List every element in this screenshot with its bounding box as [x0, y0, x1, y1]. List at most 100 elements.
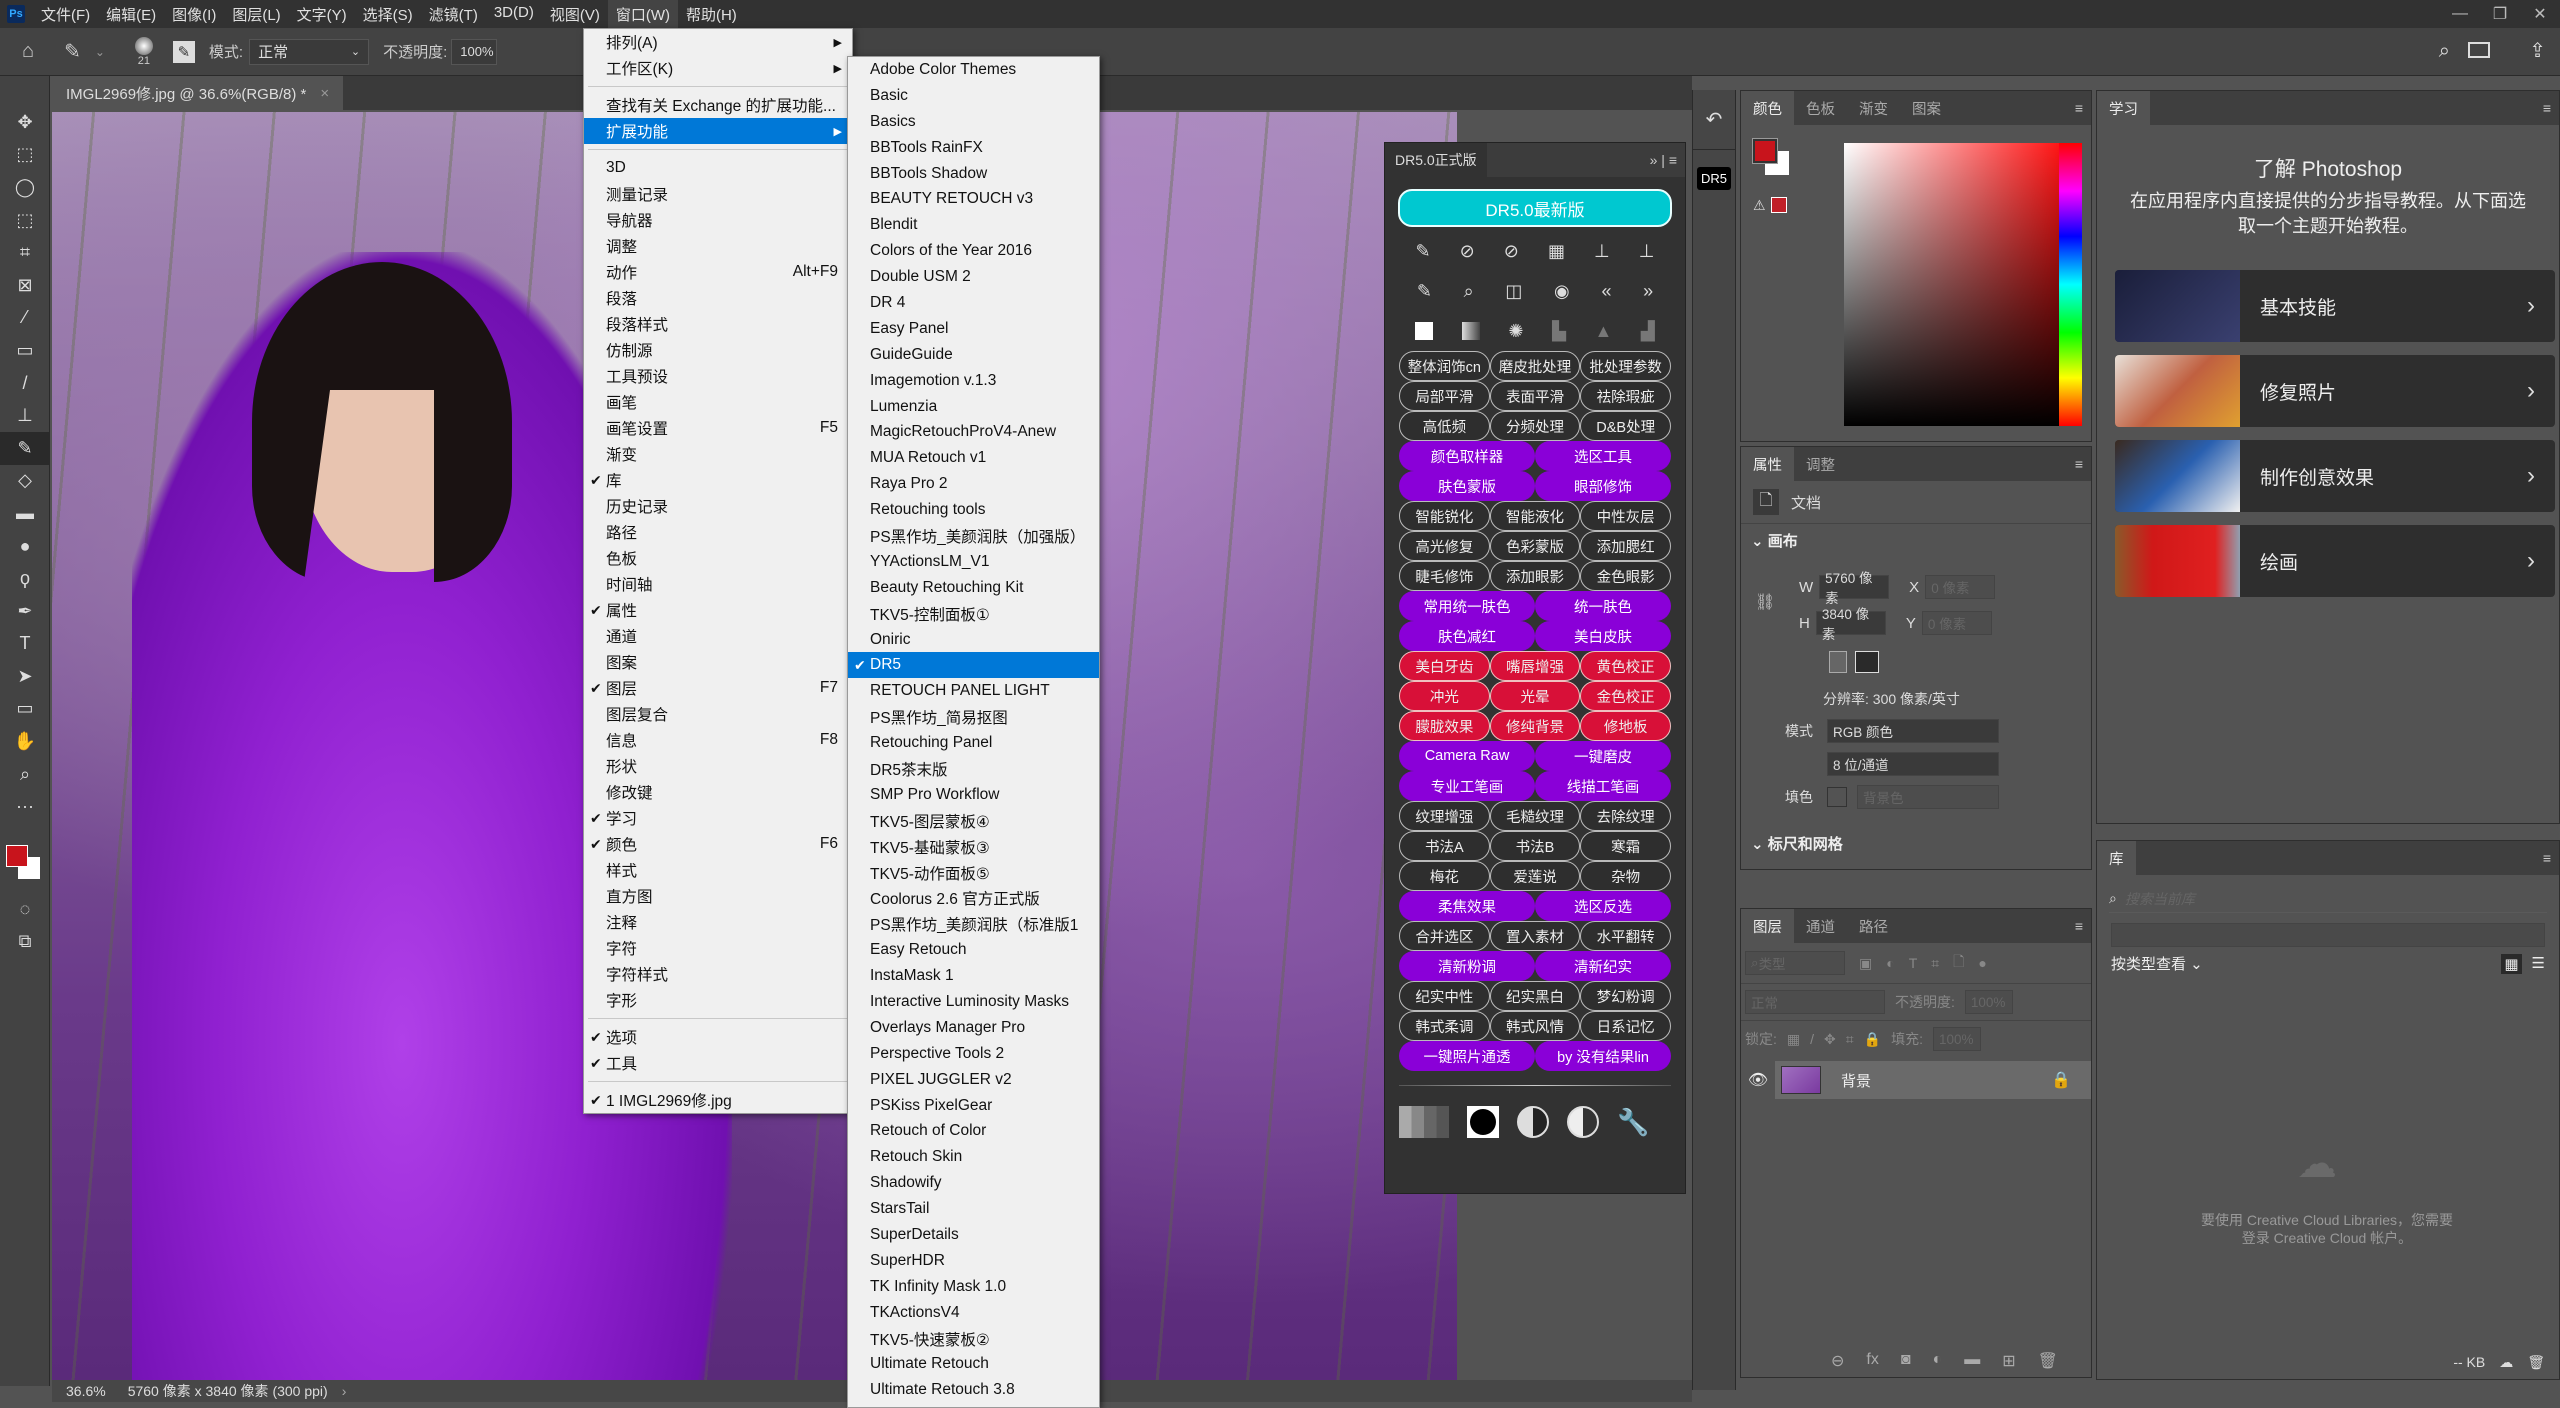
- dr5-action-button[interactable]: 中性灰层: [1580, 501, 1672, 531]
- eyedropper-tool-icon[interactable]: ⁄: [0, 302, 50, 335]
- menu-item[interactable]: Perspective Tools 2: [848, 1041, 1099, 1067]
- dr5-action-button[interactable]: 修地板: [1580, 711, 1672, 741]
- menu-item[interactable]: SMP Pro Workflow: [848, 782, 1099, 808]
- black-circle-icon[interactable]: [1467, 1106, 1499, 1138]
- menu-item[interactable]: Basics: [848, 109, 1099, 135]
- dr5-action-button[interactable]: D&B处理: [1580, 411, 1672, 441]
- dr5-action-button[interactable]: 柔焦效果: [1399, 891, 1535, 921]
- menu-item[interactable]: ✔ 1 IMGL2969修.jpg: [584, 1087, 852, 1113]
- menu-item[interactable]: TKV5-快速蒙板②: [848, 1326, 1099, 1352]
- menu-4[interactable]: 文字(Y): [289, 0, 355, 29]
- dr5-action-button[interactable]: 线描工笔画: [1535, 771, 1671, 801]
- crop-tool-icon[interactable]: ⌗: [0, 236, 50, 269]
- lock-all-icon[interactable]: 🔒: [1864, 1031, 1881, 1048]
- menu-6[interactable]: 滤镜(T): [421, 0, 486, 29]
- menu-item[interactable]: ✔ 库: [584, 467, 852, 493]
- menu-item[interactable]: Coolorus 2.6 官方正式版: [848, 886, 1099, 912]
- panel-menu-icon[interactable]: ≡: [2543, 850, 2551, 866]
- gradient-square-icon[interactable]: [1461, 322, 1480, 340]
- adjustment-filter-icon[interactable]: ◐: [1886, 955, 1894, 971]
- learn-card-basic-skills[interactable]: 基本技能 ›: [2115, 270, 2555, 342]
- magnifier-icon[interactable]: ⌕: [1464, 281, 1474, 302]
- tab-0[interactable]: 颜色: [1741, 91, 1794, 125]
- landscape-orientation-icon[interactable]: [1855, 651, 1879, 673]
- gray-scale-icon[interactable]: [1399, 1106, 1449, 1138]
- shape-filter-icon[interactable]: ⌗: [1931, 955, 1939, 972]
- histogram-shadows-icon[interactable]: ▙: [1552, 321, 1566, 342]
- menu-item[interactable]: 图案: [584, 649, 852, 675]
- menu-item[interactable]: ✔ 工具: [584, 1050, 852, 1076]
- dr5-action-button[interactable]: 专业工笔画: [1399, 771, 1535, 801]
- link-layers-icon[interactable]: ⊖: [1831, 1351, 1844, 1371]
- share-icon[interactable]: ⇪: [2529, 38, 2546, 63]
- dr5-action-button[interactable]: 高低频: [1399, 411, 1490, 441]
- menu-item[interactable]: Adobe Color Themes: [848, 57, 1099, 83]
- menu-item[interactable]: 修改键: [584, 779, 852, 805]
- menu-item[interactable]: ✔ DR5: [848, 652, 1099, 679]
- cloud-sync-icon[interactable]: ☁: [2499, 1354, 2513, 1371]
- spot-healing-brush-icon[interactable]: ✎: [64, 39, 81, 64]
- hue-slider[interactable]: [2059, 143, 2082, 426]
- hand-tool-icon[interactable]: ✋: [0, 725, 50, 758]
- menu-item[interactable]: Raya Pro 2: [848, 471, 1099, 497]
- view-by-type-dropdown[interactable]: 按类型查看 ⌄: [2111, 953, 2203, 974]
- dr5-action-button[interactable]: 整体润饰cn: [1399, 351, 1490, 381]
- portrait-orientation-icon[interactable]: [1829, 651, 1847, 673]
- type-tool-icon[interactable]: T: [0, 628, 50, 661]
- dr5-action-button[interactable]: 高光修复: [1399, 531, 1490, 561]
- quick-mask-icon[interactable]: ◌: [0, 893, 50, 926]
- menu-item[interactable]: 直方图: [584, 883, 852, 909]
- menu-item[interactable]: Ultimate Retouch: [848, 1352, 1099, 1378]
- panel-collapse-menu-icon[interactable]: » | ≡: [1650, 152, 1685, 168]
- screen-mode-icon[interactable]: ⧉: [0, 926, 50, 959]
- search-icon[interactable]: ⌕: [2439, 40, 2450, 63]
- menu-item[interactable]: BEAUTY RETOUCH v3: [848, 186, 1099, 212]
- menu-item[interactable]: 历史记录: [584, 493, 852, 519]
- dr5-action-button[interactable]: 爱莲说: [1489, 861, 1581, 891]
- menu-item[interactable]: PIXEL JUGGLER v2: [848, 1067, 1099, 1093]
- restore-icon[interactable]: ❐: [2480, 0, 2520, 28]
- menu-item[interactable]: Oniric: [848, 627, 1099, 653]
- dr5-action-button[interactable]: 黄色校正: [1580, 651, 1672, 681]
- menu-item[interactable]: Easy Retouch: [848, 937, 1099, 963]
- dr5-action-button[interactable]: 肤色蒙版: [1399, 471, 1535, 501]
- status-expand-icon[interactable]: ›: [336, 1383, 353, 1399]
- layer-opacity-input[interactable]: 100%: [1964, 990, 2013, 1014]
- menu-item[interactable]: Basic: [848, 83, 1099, 109]
- dr5-action-button[interactable]: 梦幻粉调: [1580, 981, 1672, 1011]
- width-input[interactable]: 5760 像素: [1819, 571, 1890, 606]
- menu-item[interactable]: TKV5-动作面板⑤: [848, 860, 1099, 886]
- menu-item[interactable]: 导航器: [584, 207, 852, 233]
- brush-swap-icon[interactable]: ✎: [1416, 241, 1431, 262]
- lock-pixels-icon[interactable]: /: [1810, 1031, 1814, 1047]
- history-panel-icon[interactable]: ↶: [1693, 90, 1735, 150]
- marquee-tool-icon[interactable]: ⬚: [0, 139, 50, 172]
- menu-item[interactable]: YYActionsLM_V1: [848, 549, 1099, 575]
- contrast-left-icon[interactable]: [1517, 1106, 1549, 1138]
- menu-item[interactable]: 排列(A) ▶: [584, 29, 852, 55]
- chip-icon[interactable]: ▦: [1548, 241, 1565, 262]
- menu-item[interactable]: 工具预设: [584, 363, 852, 389]
- menu-item[interactable]: BBTools Shadow: [848, 161, 1099, 187]
- dr5-panel-icon[interactable]: DR5: [1693, 150, 1735, 206]
- menu-item[interactable]: 通道: [584, 623, 852, 649]
- splatter-icon[interactable]: ✺: [1508, 321, 1523, 342]
- menu-item[interactable]: TK Infinity Mask 1.0: [848, 1274, 1099, 1300]
- menu-item[interactable]: 动作 Alt+F9: [584, 259, 852, 285]
- menu-item[interactable]: Imagemotion v.1.3: [848, 368, 1099, 394]
- menu-item[interactable]: Lumenzia: [848, 394, 1099, 420]
- stamp-pattern-icon[interactable]: ⊥: [1639, 241, 1655, 262]
- dr5-action-button[interactable]: 书法B: [1489, 831, 1581, 861]
- new-group-icon[interactable]: ▬: [1964, 1351, 1980, 1371]
- menu-item[interactable]: MagicRetouchProV4-Anew: [848, 419, 1099, 445]
- dr5-action-button[interactable]: 表面平滑: [1489, 381, 1581, 411]
- document-tab[interactable]: IMGL2969修.jpg @ 36.6%(RGB/8) * ×: [52, 76, 344, 110]
- menu-item[interactable]: Retouch Skin: [848, 1144, 1099, 1170]
- menu-item[interactable]: PSKiss PixelGear: [848, 1093, 1099, 1119]
- tab-2[interactable]: 路径: [1847, 909, 1900, 943]
- menu-item[interactable]: DR 4: [848, 290, 1099, 316]
- delete-layer-icon[interactable]: 🗑: [2038, 1351, 2058, 1371]
- menu-item[interactable]: 字形: [584, 987, 852, 1013]
- menu-item[interactable]: 调整: [584, 233, 852, 259]
- panel-menu-icon[interactable]: ≡: [2075, 456, 2083, 472]
